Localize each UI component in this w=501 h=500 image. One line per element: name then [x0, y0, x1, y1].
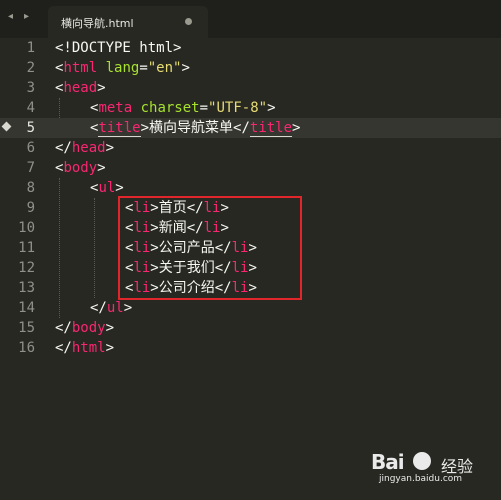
line-number: 14: [18, 300, 35, 316]
code-line: 15 </body>: [0, 318, 501, 338]
baidu-jingyan-watermark: Bai 经验 jingyan.baidu.com: [371, 450, 491, 486]
code-text: <ul>: [90, 180, 124, 196]
line-number: 7: [26, 160, 35, 176]
code-line: 16 </html>: [0, 338, 501, 358]
code-text: </head>: [55, 140, 115, 156]
code-text: <html lang="en">: [55, 60, 190, 76]
code-line: 14 </ul>: [0, 298, 501, 318]
tab-active-file[interactable]: 横向导航.html: [48, 6, 208, 38]
line-number: 5: [26, 120, 35, 136]
unsaved-dot-icon[interactable]: [185, 18, 192, 25]
code-line: 3 <head>: [0, 78, 501, 98]
line-number: 12: [18, 260, 35, 276]
tab-title: 横向导航.html: [61, 17, 134, 30]
bookmark-icon[interactable]: [1, 121, 12, 132]
code-line-current: 5 <title>横向导航菜单</title>: [0, 118, 501, 138]
watermark-url: jingyan.baidu.com: [379, 474, 463, 484]
line-number: 16: [18, 340, 35, 356]
code-text: </ul>: [90, 300, 133, 316]
line-number: 1: [26, 40, 35, 56]
line-number: 8: [26, 180, 35, 196]
code-line: 2 <html lang="en">: [0, 58, 501, 78]
line-number: 6: [26, 140, 35, 156]
line-number: 2: [26, 60, 35, 76]
tab-scroll-right-icon[interactable]: ▸: [24, 11, 29, 22]
paw-icon: [413, 452, 431, 470]
line-number: 11: [18, 240, 35, 256]
watermark-logo: Bai: [371, 450, 405, 474]
code-text: </html>: [55, 340, 115, 356]
tab-scroll-left-icon[interactable]: ◂: [8, 11, 13, 22]
annotation-highlight-box: [118, 196, 302, 300]
code-text: </body>: [55, 320, 115, 336]
code-line: 8 <ul>: [0, 178, 501, 198]
line-number: 9: [26, 200, 35, 216]
code-text: <meta charset="UTF-8">: [90, 100, 276, 116]
tab-bar: ◂ ▸ 横向导航.html: [0, 0, 501, 38]
code-line: 1 <!DOCTYPE html>: [0, 38, 501, 58]
code-text: <head>: [55, 80, 106, 96]
code-text: <!DOCTYPE html>: [55, 40, 182, 56]
line-number: 4: [26, 100, 35, 116]
code-line: 7 <body>: [0, 158, 501, 178]
code-text: <title>横向导航菜单</title>: [90, 120, 301, 137]
code-line: 4 <meta charset="UTF-8">: [0, 98, 501, 118]
line-number: 3: [26, 80, 35, 96]
code-line: 6 </head>: [0, 138, 501, 158]
line-number: 15: [18, 320, 35, 336]
line-number: 13: [18, 280, 35, 296]
line-number: 10: [18, 220, 35, 236]
code-text: <body>: [55, 160, 106, 176]
